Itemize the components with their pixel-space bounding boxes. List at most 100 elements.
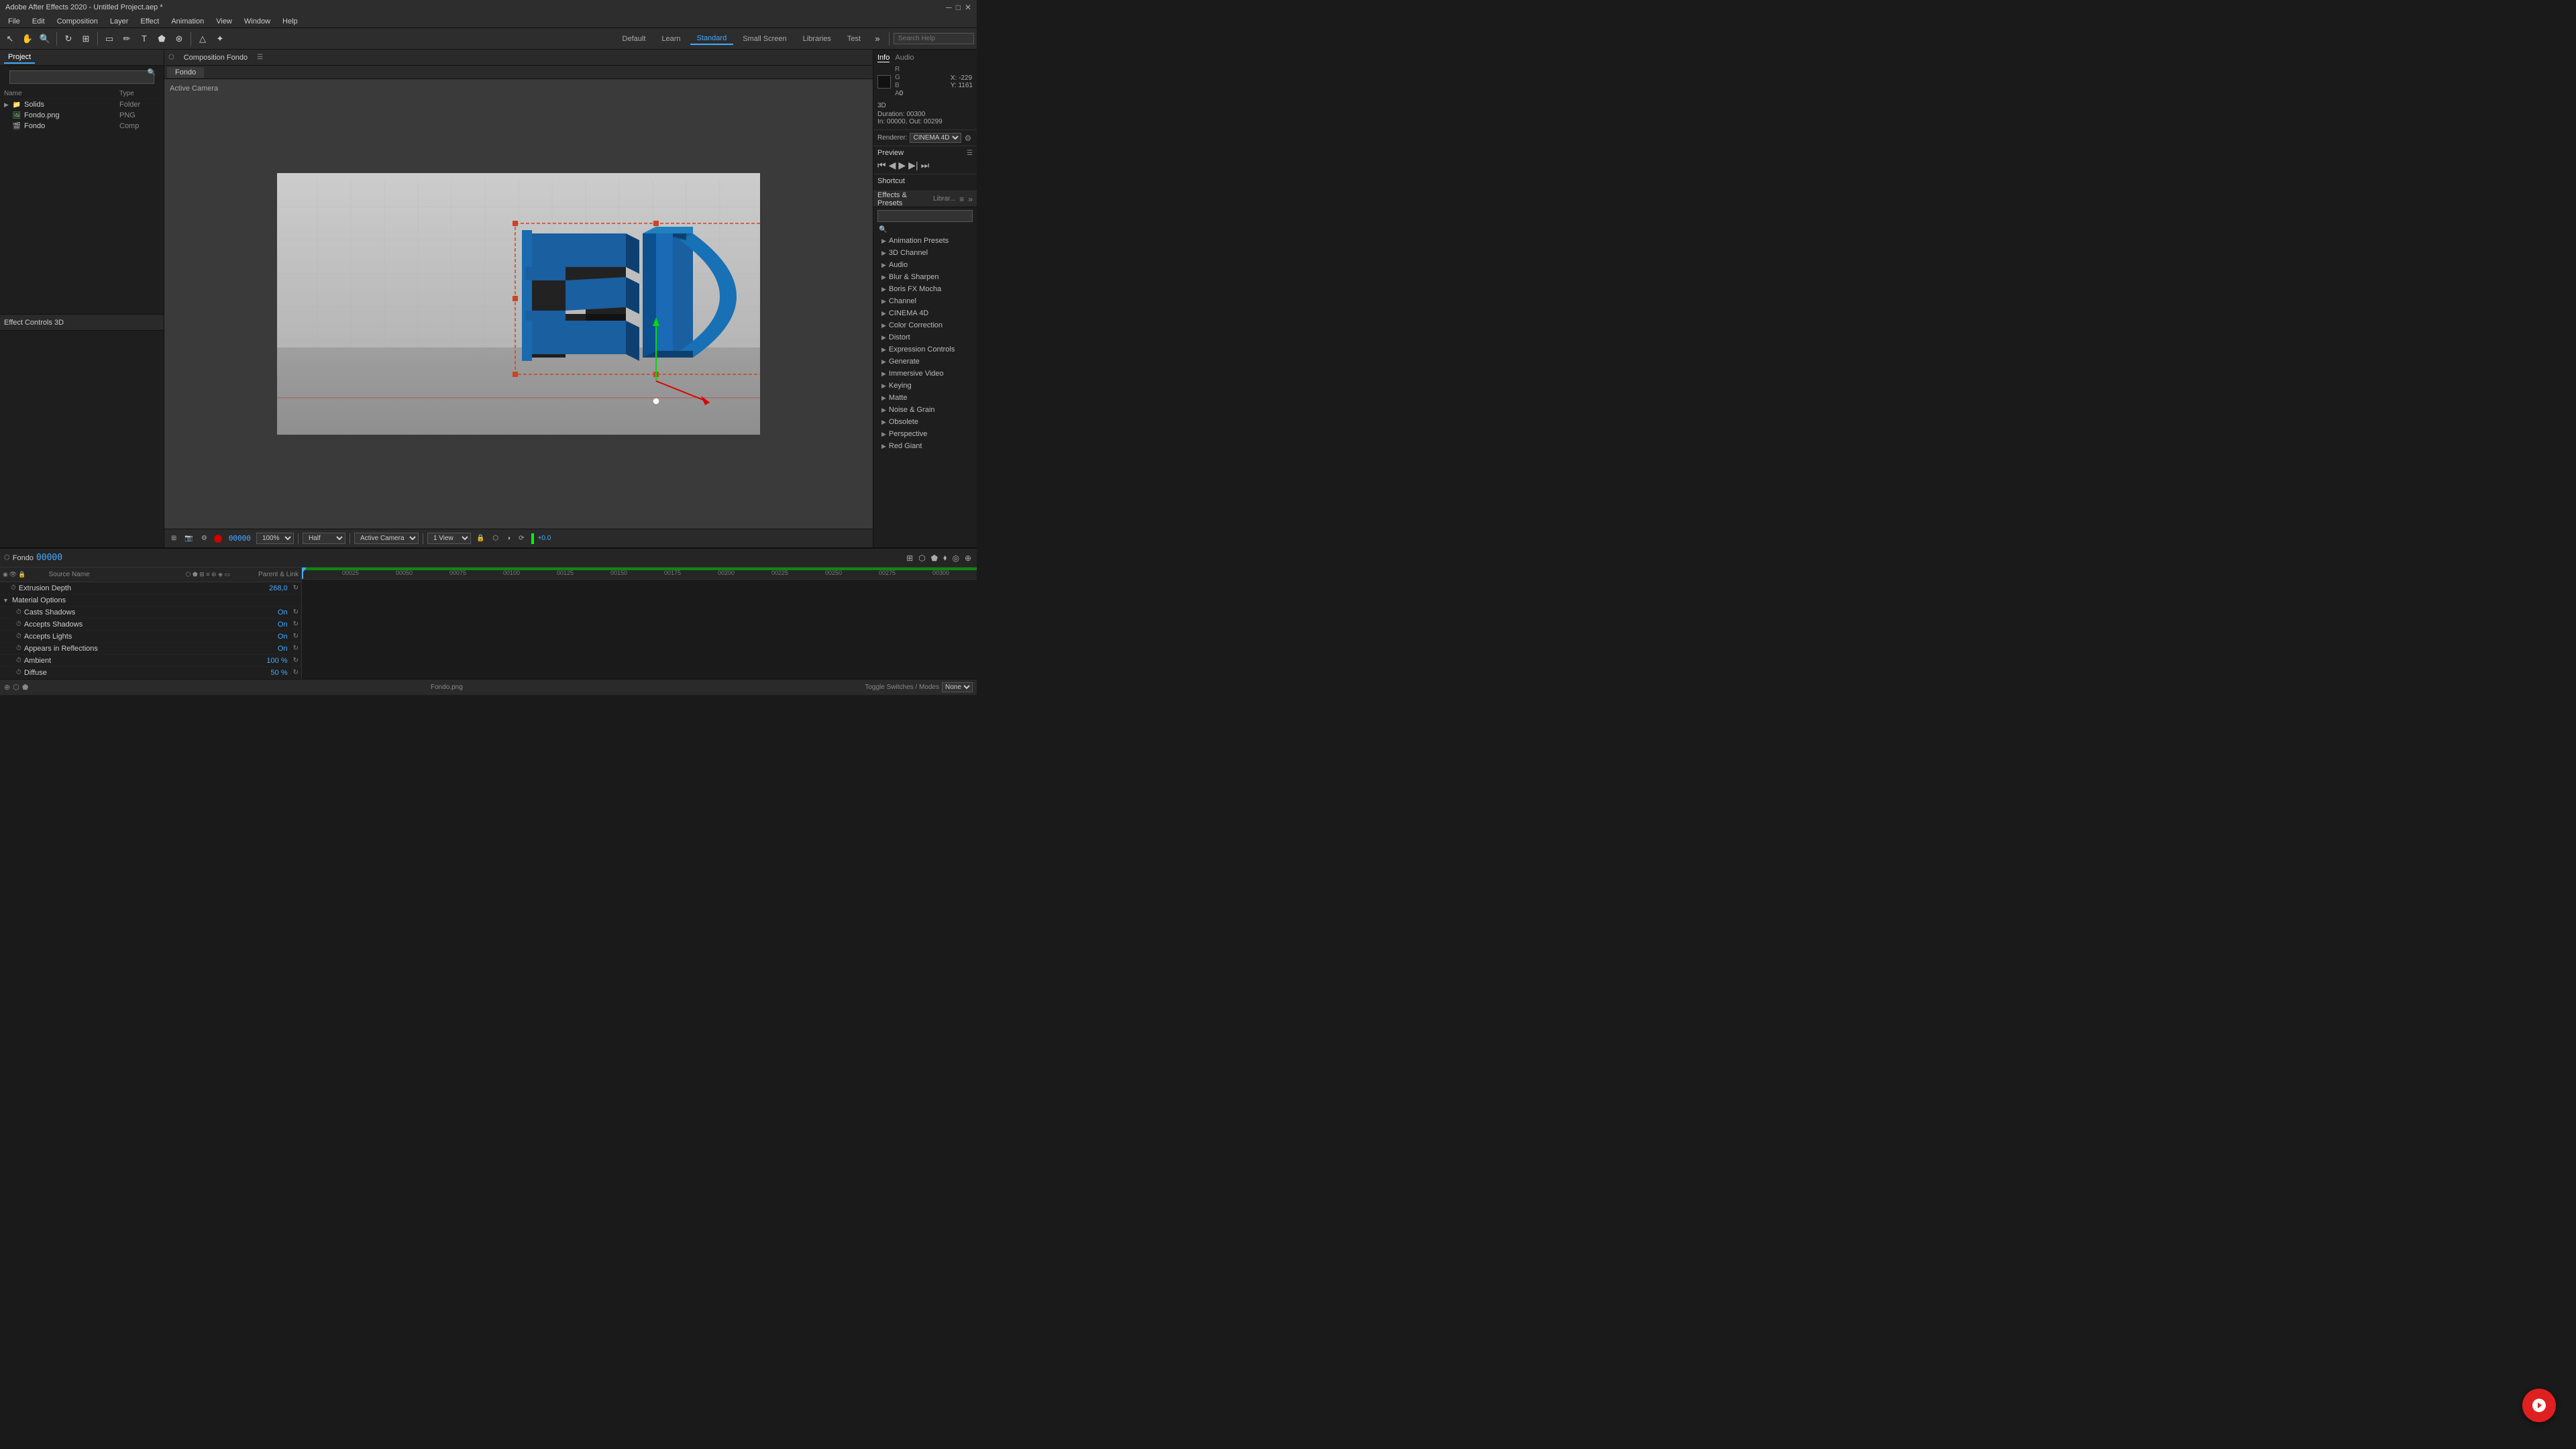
tl-nav-btn-3[interactable]: ⬟ xyxy=(930,552,939,564)
fx-item-distort[interactable]: ▶ Distort xyxy=(873,331,977,343)
fx-item-boris-fx[interactable]: ▶ Boris FX Mocha xyxy=(873,283,977,295)
viewer-grid-btn[interactable]: ⊞ xyxy=(168,533,179,543)
fx-item-perspective[interactable]: ▶ Perspective xyxy=(873,428,977,440)
fx-item-audio[interactable]: ▶ Audio xyxy=(873,259,977,271)
close-button[interactable]: ✕ xyxy=(965,3,971,12)
fx-item-expression-controls[interactable]: ▶ Expression Controls xyxy=(873,343,977,356)
layer-row-diffuse[interactable]: ⏱ Diffuse 50 % ↻ xyxy=(0,667,301,679)
workspace-standard[interactable]: Standard xyxy=(690,33,734,45)
preview-skip-fwd[interactable]: ⏭ xyxy=(921,160,930,171)
reset-icon[interactable]: ↻ xyxy=(293,621,301,628)
tool-shape[interactable]: △ xyxy=(195,32,210,46)
workspace-learn[interactable]: Learn xyxy=(655,34,687,44)
project-item-fondo-png[interactable]: 🖼 Fondo.png PNG xyxy=(0,110,164,121)
fx-item-color-correction[interactable]: ▶ Color Correction xyxy=(873,319,977,331)
tool-puppet[interactable]: ✦ xyxy=(213,32,227,46)
fx-menu-icon[interactable]: ≡ xyxy=(959,195,964,204)
viewer-lock-btn[interactable]: 🔒 xyxy=(474,533,487,543)
tl-nav-btn-4[interactable]: ⬧ xyxy=(942,551,948,564)
fx-search-input[interactable] xyxy=(877,210,973,222)
workspace-test[interactable]: Test xyxy=(841,34,867,44)
workspace-libraries[interactable]: Libraries xyxy=(796,34,838,44)
layer-row-material-options[interactable]: ▼ Material Options xyxy=(0,594,301,606)
maximize-button[interactable]: □ xyxy=(956,3,961,12)
project-item-fondo-comp[interactable]: 🎬 Fondo Comp xyxy=(0,121,164,131)
tl-bottom-btn-2[interactable]: ⬡ xyxy=(13,683,19,692)
fx-item-red-giant[interactable]: ▶ Red Giant xyxy=(873,440,977,452)
tl-bottom-btn-3[interactable]: ⬟ xyxy=(22,683,29,692)
tool-clone[interactable]: ⊛ xyxy=(172,32,186,46)
reset-icon[interactable]: ↻ xyxy=(293,608,301,616)
layer-row-appears-in-reflections[interactable]: ⏱ Appears in Reflections On ↻ xyxy=(0,643,301,655)
tool-hand[interactable]: ✋ xyxy=(20,32,35,46)
workspace-default[interactable]: Default xyxy=(616,34,653,44)
viewer-zoom-select[interactable]: 100% 50% 200% xyxy=(256,533,294,544)
fx-item-cinema4d[interactable]: ▶ CINEMA 4D xyxy=(873,307,977,319)
viewer-alpha-btn[interactable]: ◑ xyxy=(504,533,513,543)
fab-button[interactable] xyxy=(2522,1389,2556,1422)
tl-nav-btn-1[interactable]: ⊞ xyxy=(905,552,914,564)
workspace-more[interactable]: » xyxy=(870,32,885,46)
tl-mode-select[interactable]: None xyxy=(942,682,973,692)
project-search-input[interactable] xyxy=(9,70,154,84)
comp-menu-icon[interactable]: ☰ xyxy=(257,54,263,61)
menu-animation[interactable]: Animation xyxy=(166,16,209,27)
tool-rotate[interactable]: ↻ xyxy=(61,32,76,46)
layer-row-extrusion-depth[interactable]: ⏱ Extrusion Depth 268,0 ↻ xyxy=(0,582,301,594)
preview-skip-back[interactable]: ⏮ xyxy=(877,160,886,171)
viewer-settings-btn[interactable]: ⚙ xyxy=(199,533,210,543)
minimize-button[interactable]: ─ xyxy=(946,3,952,12)
viewer-sync-btn[interactable]: ⟳ xyxy=(516,533,527,543)
reset-icon[interactable]: ↻ xyxy=(293,657,301,664)
preview-menu-icon[interactable]: ☰ xyxy=(967,150,973,157)
tool-select[interactable]: ↖ xyxy=(3,32,17,46)
fx-tab-library[interactable]: Librar... xyxy=(933,195,955,203)
reset-icon[interactable]: ↻ xyxy=(293,584,301,592)
menu-window[interactable]: Window xyxy=(239,16,276,27)
viewer-camera-select[interactable]: Active Camera xyxy=(354,533,419,544)
tab-project[interactable]: Project xyxy=(4,52,35,64)
workspace-small-screen[interactable]: Small Screen xyxy=(736,34,793,44)
layer-row-accepts-shadows[interactable]: ⏱ Accepts Shadows On ↻ xyxy=(0,619,301,631)
reset-icon[interactable]: ↻ xyxy=(293,645,301,652)
viewer-tab-fondo[interactable]: Fondo xyxy=(167,67,204,78)
menu-effect[interactable]: Effect xyxy=(135,16,164,27)
fx-tab-effects[interactable]: Effects & Presets xyxy=(877,191,929,207)
tool-text[interactable]: T xyxy=(137,32,152,46)
viewer-camera-btn[interactable]: 📷 xyxy=(182,533,195,543)
tl-nav-btn-6[interactable]: ⊕ xyxy=(963,552,973,564)
viewer-quality-select[interactable]: Half Full Quarter xyxy=(303,533,345,544)
layer-row-ambient[interactable]: ⏱ Ambient 100 % ↻ xyxy=(0,655,301,667)
fx-item-animation-presets[interactable]: ▶ Animation Presets xyxy=(873,235,977,247)
fx-expand-icon[interactable]: » xyxy=(968,195,973,204)
reset-icon[interactable]: ↻ xyxy=(293,669,301,676)
reset-icon[interactable]: ↻ xyxy=(293,633,301,640)
fx-item-3d-channel[interactable]: ▶ 3D Channel xyxy=(873,247,977,259)
menu-layer[interactable]: Layer xyxy=(105,16,134,27)
layer-row-accepts-lights[interactable]: ⏱ Accepts Lights On ↻ xyxy=(0,631,301,643)
preview-play[interactable]: ▶ xyxy=(898,160,906,171)
fx-item-generate[interactable]: ▶ Generate xyxy=(873,356,977,368)
fx-item-matte[interactable]: ▶ Matte xyxy=(873,392,977,404)
menu-help[interactable]: Help xyxy=(277,16,303,27)
tab-composition[interactable]: Composition Fondo xyxy=(178,52,253,63)
tab-audio[interactable]: Audio xyxy=(895,54,914,62)
tab-info[interactable]: Info xyxy=(877,54,890,62)
search-help-input[interactable] xyxy=(894,33,974,44)
tool-camera[interactable]: ⊞ xyxy=(78,32,93,46)
menu-edit[interactable]: Edit xyxy=(27,16,50,27)
tool-pen[interactable]: ✏ xyxy=(119,32,134,46)
tl-nav-btn-2[interactable]: ⬡ xyxy=(917,552,926,564)
renderer-select[interactable]: CINEMA 4D xyxy=(910,133,961,143)
tool-rect[interactable]: ▭ xyxy=(102,32,117,46)
tool-zoom[interactable]: 🔍 xyxy=(38,32,52,46)
viewer-render-btn[interactable]: ⬡ xyxy=(490,533,501,543)
fx-item-channel[interactable]: ▶ Channel xyxy=(873,295,977,307)
menu-view[interactable]: View xyxy=(211,16,237,27)
renderer-settings-icon[interactable]: ⚙ xyxy=(964,133,971,143)
fx-item-keying[interactable]: ▶ Keying xyxy=(873,380,977,392)
window-controls[interactable]: ─ □ ✕ xyxy=(946,3,971,12)
tl-bottom-btn-1[interactable]: ⊕ xyxy=(4,683,10,692)
project-item-solids[interactable]: ▶ 📁 Solids Folder xyxy=(0,99,164,110)
viewer-layout-select[interactable]: 1 View 2 Views xyxy=(427,533,471,544)
